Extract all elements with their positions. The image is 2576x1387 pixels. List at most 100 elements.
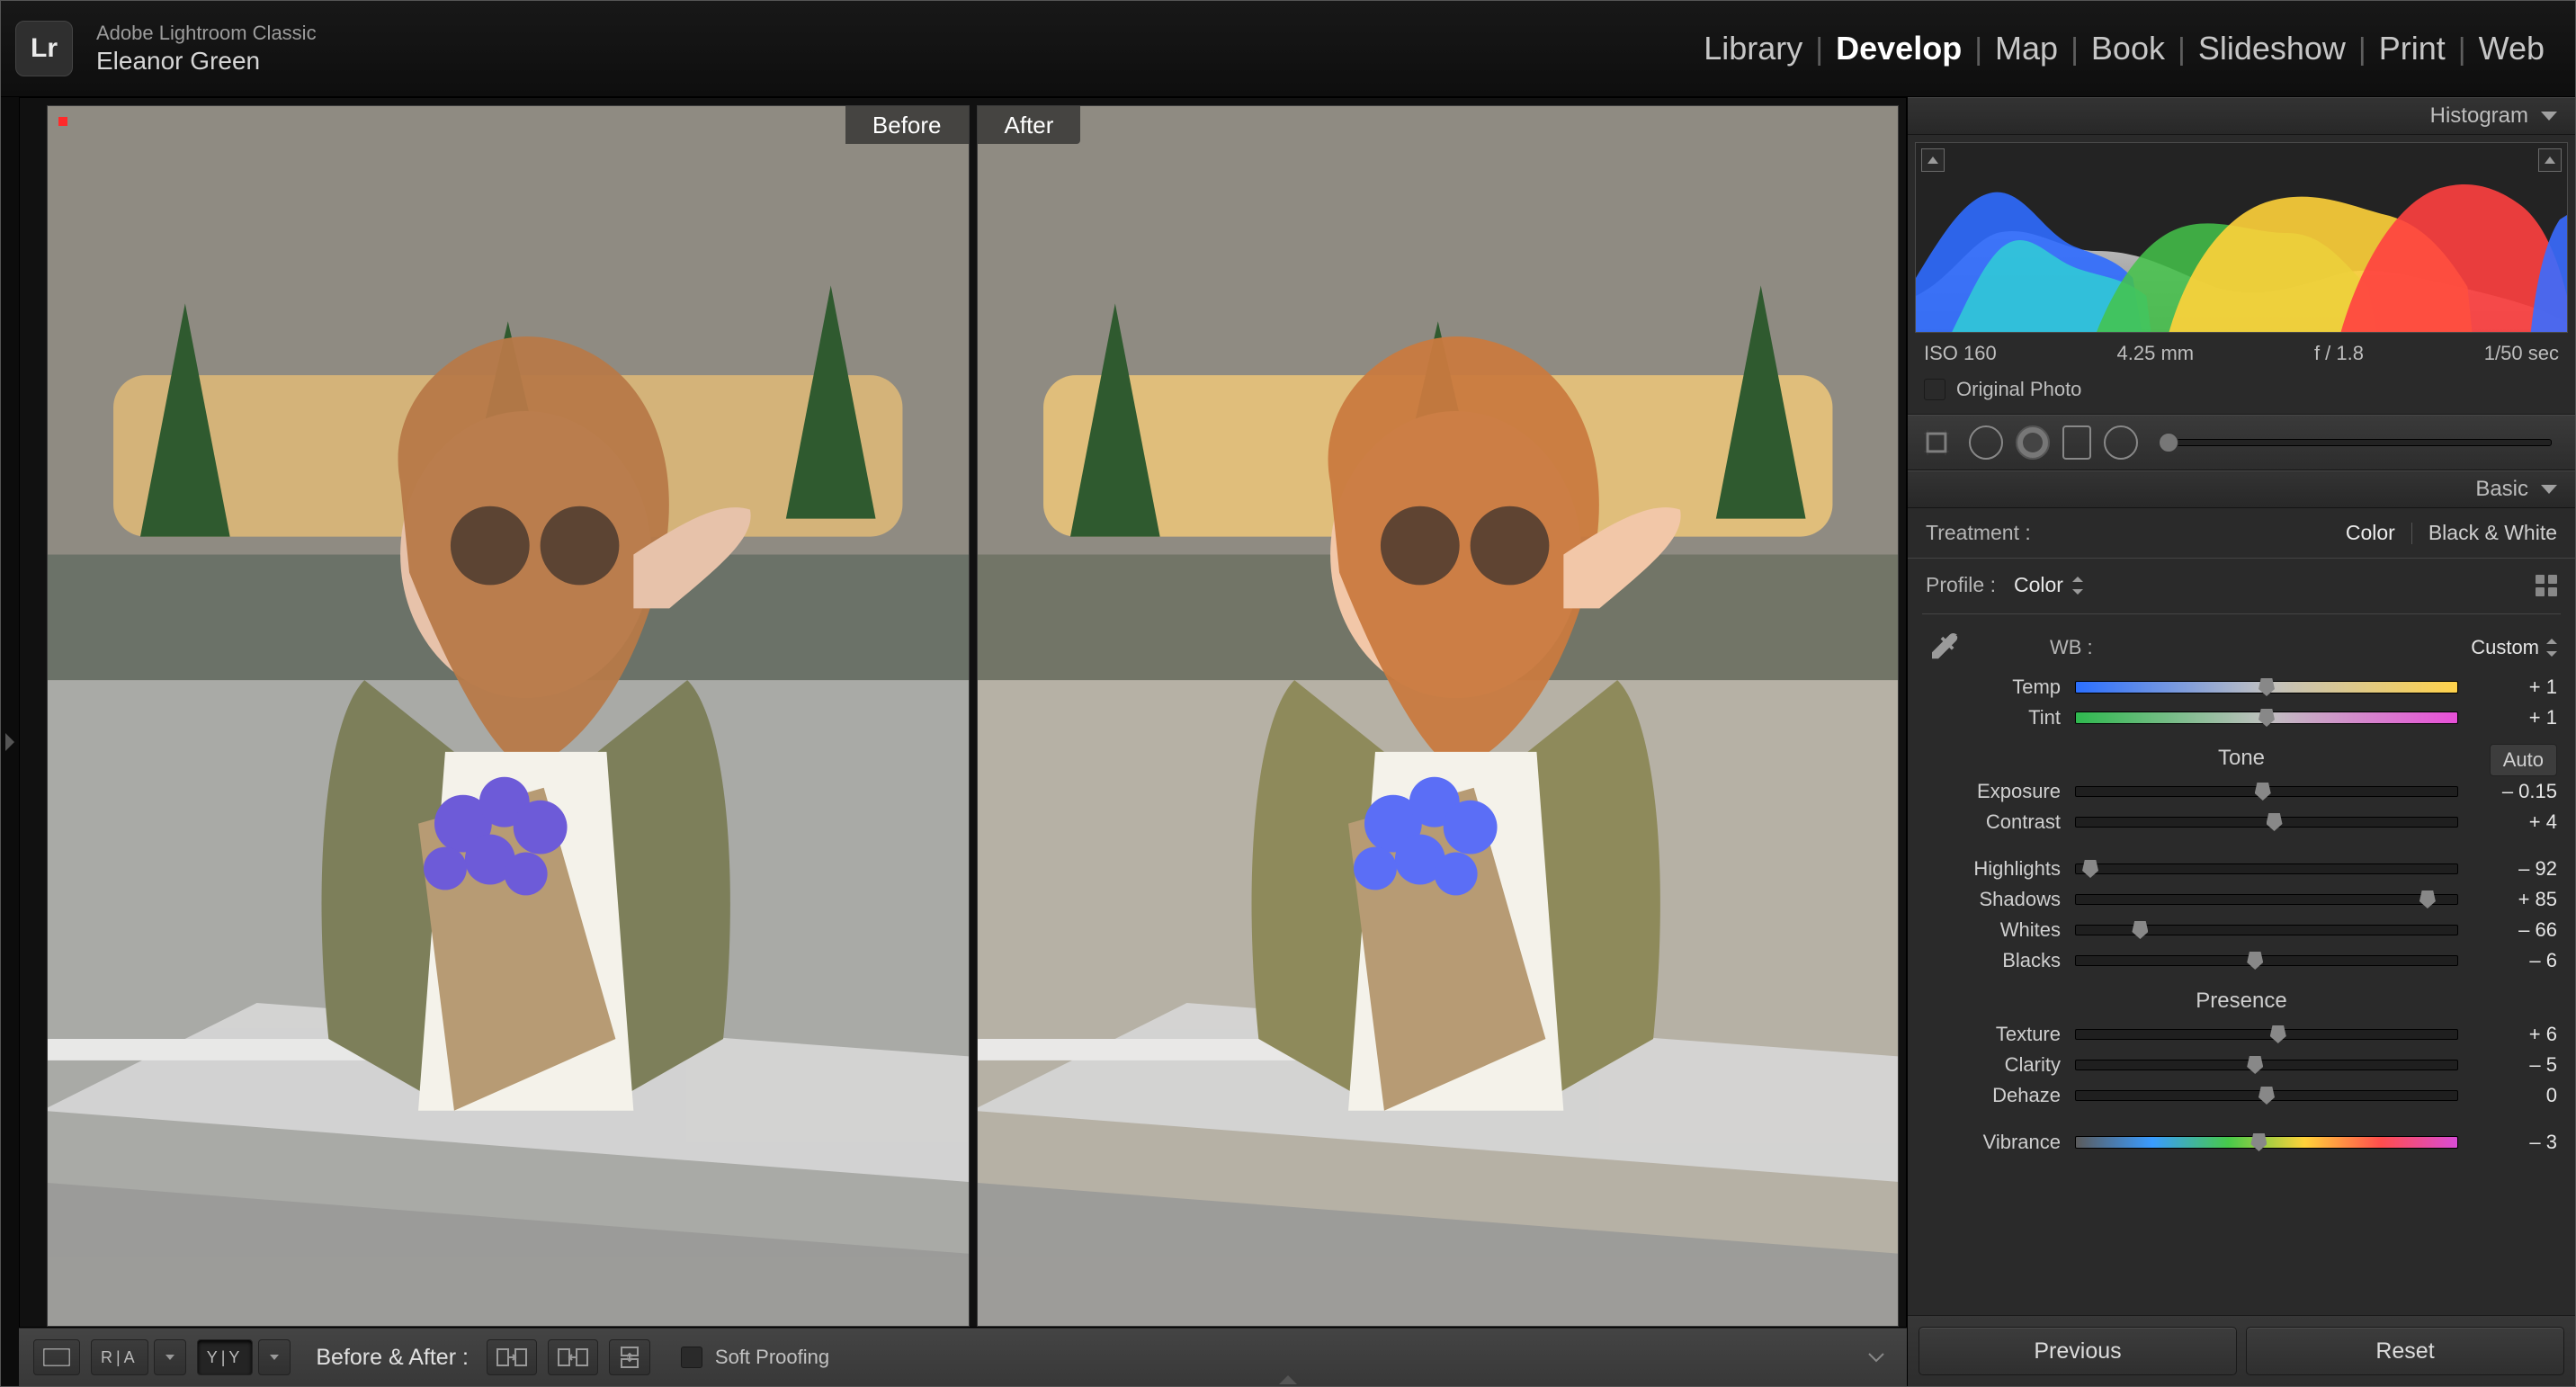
copy-after-to-before-button[interactable] <box>548 1339 598 1375</box>
reset-button[interactable]: Reset <box>2246 1327 2564 1375</box>
vibrance-slider[interactable] <box>2075 1134 2458 1150</box>
dehaze-slider[interactable] <box>2075 1087 2458 1104</box>
shadows-slider[interactable] <box>2075 891 2458 908</box>
dehaze-value[interactable]: 0 <box>2473 1084 2557 1107</box>
develop-toolstrip <box>1908 415 2575 470</box>
texture-label: Texture <box>1926 1023 2061 1046</box>
copy-before-to-after-button[interactable] <box>487 1339 537 1375</box>
contrast-label: Contrast <box>1926 810 2061 834</box>
branding: Adobe Lightroom Classic Eleanor Green <box>96 22 317 76</box>
temp-value[interactable]: + 1 <box>2473 676 2557 699</box>
whites-slider[interactable] <box>2075 922 2458 938</box>
chevron-down-icon <box>2541 112 2557 121</box>
slider-thumb-icon <box>2255 783 2271 801</box>
app-root: Lr Adobe Lightroom Classic Eleanor Green… <box>0 0 2576 1387</box>
highlight-clipping-icon[interactable] <box>2538 148 2562 172</box>
ba-side-button[interactable]: Y|Y <box>197 1339 254 1375</box>
ref-menu-button[interactable] <box>154 1339 186 1375</box>
wb-select[interactable]: Custom <box>2471 636 2557 659</box>
module-library[interactable]: Library <box>1691 30 1815 67</box>
clarity-label: Clarity <box>1926 1053 2061 1077</box>
blacks-value[interactable]: – 6 <box>2473 949 2557 972</box>
blacks-slider[interactable] <box>2075 953 2458 969</box>
shadows-label: Shadows <box>1926 888 2061 911</box>
shadows-value[interactable]: + 85 <box>2473 888 2557 911</box>
texture-slider-row: Texture + 6 <box>1908 1019 2575 1050</box>
mask-amount-slider[interactable] <box>2160 439 2552 446</box>
whites-value[interactable]: – 66 <box>2473 918 2557 942</box>
tint-slider[interactable] <box>2075 710 2458 726</box>
auto-tone-button[interactable]: Auto <box>2490 744 2557 776</box>
vibrance-label: Vibrance <box>1926 1131 2061 1154</box>
profile-label: Profile : <box>1926 573 1996 597</box>
module-web[interactable]: Web <box>2466 30 2557 67</box>
clarity-slider[interactable] <box>2075 1057 2458 1073</box>
previous-button[interactable]: Previous <box>1919 1327 2237 1375</box>
preview-before[interactable]: Before <box>47 105 970 1327</box>
texture-value[interactable]: + 6 <box>2473 1023 2557 1046</box>
loupe-view-button[interactable] <box>33 1339 80 1375</box>
exposure-slider[interactable] <box>2075 783 2458 800</box>
exif-aperture: f / 1.8 <box>2314 342 2364 365</box>
histogram[interactable] <box>1915 142 2568 333</box>
profile-select[interactable]: Color <box>2014 573 2083 597</box>
slider-thumb-icon <box>2419 890 2436 908</box>
slider-thumb-icon <box>2082 860 2098 878</box>
original-photo-toggle[interactable]: Original Photo <box>1908 371 2575 415</box>
preview-toolbar: R|A Y|Y Before & After : <box>19 1328 1907 1386</box>
panel-footer: Previous Reset <box>1908 1315 2575 1386</box>
slider-thumb-icon <box>2132 921 2148 939</box>
highlights-slider[interactable] <box>2075 861 2458 877</box>
module-picker: Library|Develop|Map|Book|Slideshow|Print… <box>1691 30 2557 67</box>
treatment-color-button[interactable]: Color <box>2346 521 2395 545</box>
preview-after[interactable]: After <box>977 105 1900 1327</box>
texture-slider[interactable] <box>2075 1026 2458 1042</box>
histogram-header[interactable]: Histogram <box>1908 97 2575 135</box>
tint-slider-row: Tint+ 1 <box>1908 702 2575 733</box>
exposure-value[interactable]: – 0.15 <box>2473 780 2557 803</box>
exif-iso: ISO 160 <box>1924 342 1997 365</box>
clarity-value[interactable]: – 5 <box>2473 1053 2557 1077</box>
white-balance-picker-button[interactable] <box>1926 629 1963 667</box>
histogram-graph <box>1916 143 2567 332</box>
profile-browser-button[interactable] <box>2536 575 2557 596</box>
highlights-value[interactable]: – 92 <box>2473 857 2557 881</box>
radial-filter-button[interactable] <box>2104 425 2138 460</box>
basic-header[interactable]: Basic <box>1908 470 2575 508</box>
profile-value: Color <box>2014 573 2063 597</box>
treatment-bw-button[interactable]: Black & White <box>2428 521 2557 545</box>
ba-menu-button[interactable] <box>258 1339 291 1375</box>
swap-before-after-button[interactable] <box>609 1339 650 1375</box>
redeye-tool-button[interactable] <box>2016 425 2050 460</box>
left-panel-expander[interactable] <box>1 97 19 1386</box>
module-slideshow[interactable]: Slideshow <box>2186 30 2358 67</box>
soft-proofing-toggle[interactable]: Soft Proofing <box>681 1346 829 1369</box>
slider-thumb-icon <box>2258 1087 2275 1105</box>
temp-label: Temp <box>1926 676 2061 699</box>
healing-tool-button[interactable] <box>1969 425 2003 460</box>
graduated-filter-button[interactable] <box>2062 425 2091 460</box>
toolbar-options-button[interactable] <box>1860 1341 1892 1374</box>
clarity-slider-row: Clarity – 5 <box>1908 1050 2575 1080</box>
tint-value[interactable]: + 1 <box>2473 706 2557 729</box>
before-after-view-group: Y|Y <box>197 1339 291 1375</box>
soft-proofing-label: Soft Proofing <box>715 1346 829 1369</box>
before-after-label: Before & After : <box>316 1345 469 1371</box>
module-map[interactable]: Map <box>1982 30 2071 67</box>
module-print[interactable]: Print <box>2366 30 2458 67</box>
module-develop[interactable]: Develop <box>1823 30 1974 67</box>
vibrance-value[interactable]: – 3 <box>2473 1131 2557 1154</box>
before-label: Before <box>845 106 969 144</box>
module-book[interactable]: Book <box>2079 30 2178 67</box>
original-photo-label: Original Photo <box>1956 378 2081 401</box>
presence-section-title: Presence <box>1908 976 2575 1019</box>
filmstrip-expander-icon[interactable] <box>1279 1375 1297 1384</box>
product-name: Adobe Lightroom Classic <box>96 22 317 45</box>
shadow-clipping-icon[interactable] <box>1921 148 1945 172</box>
slider-thumb-icon <box>2250 1133 2267 1151</box>
contrast-slider[interactable] <box>2075 814 2458 830</box>
crop-tool-button[interactable] <box>1917 423 1956 462</box>
contrast-value[interactable]: + 4 <box>2473 810 2557 834</box>
ref-left-button[interactable]: R|A <box>91 1339 148 1375</box>
temp-slider[interactable] <box>2075 679 2458 695</box>
